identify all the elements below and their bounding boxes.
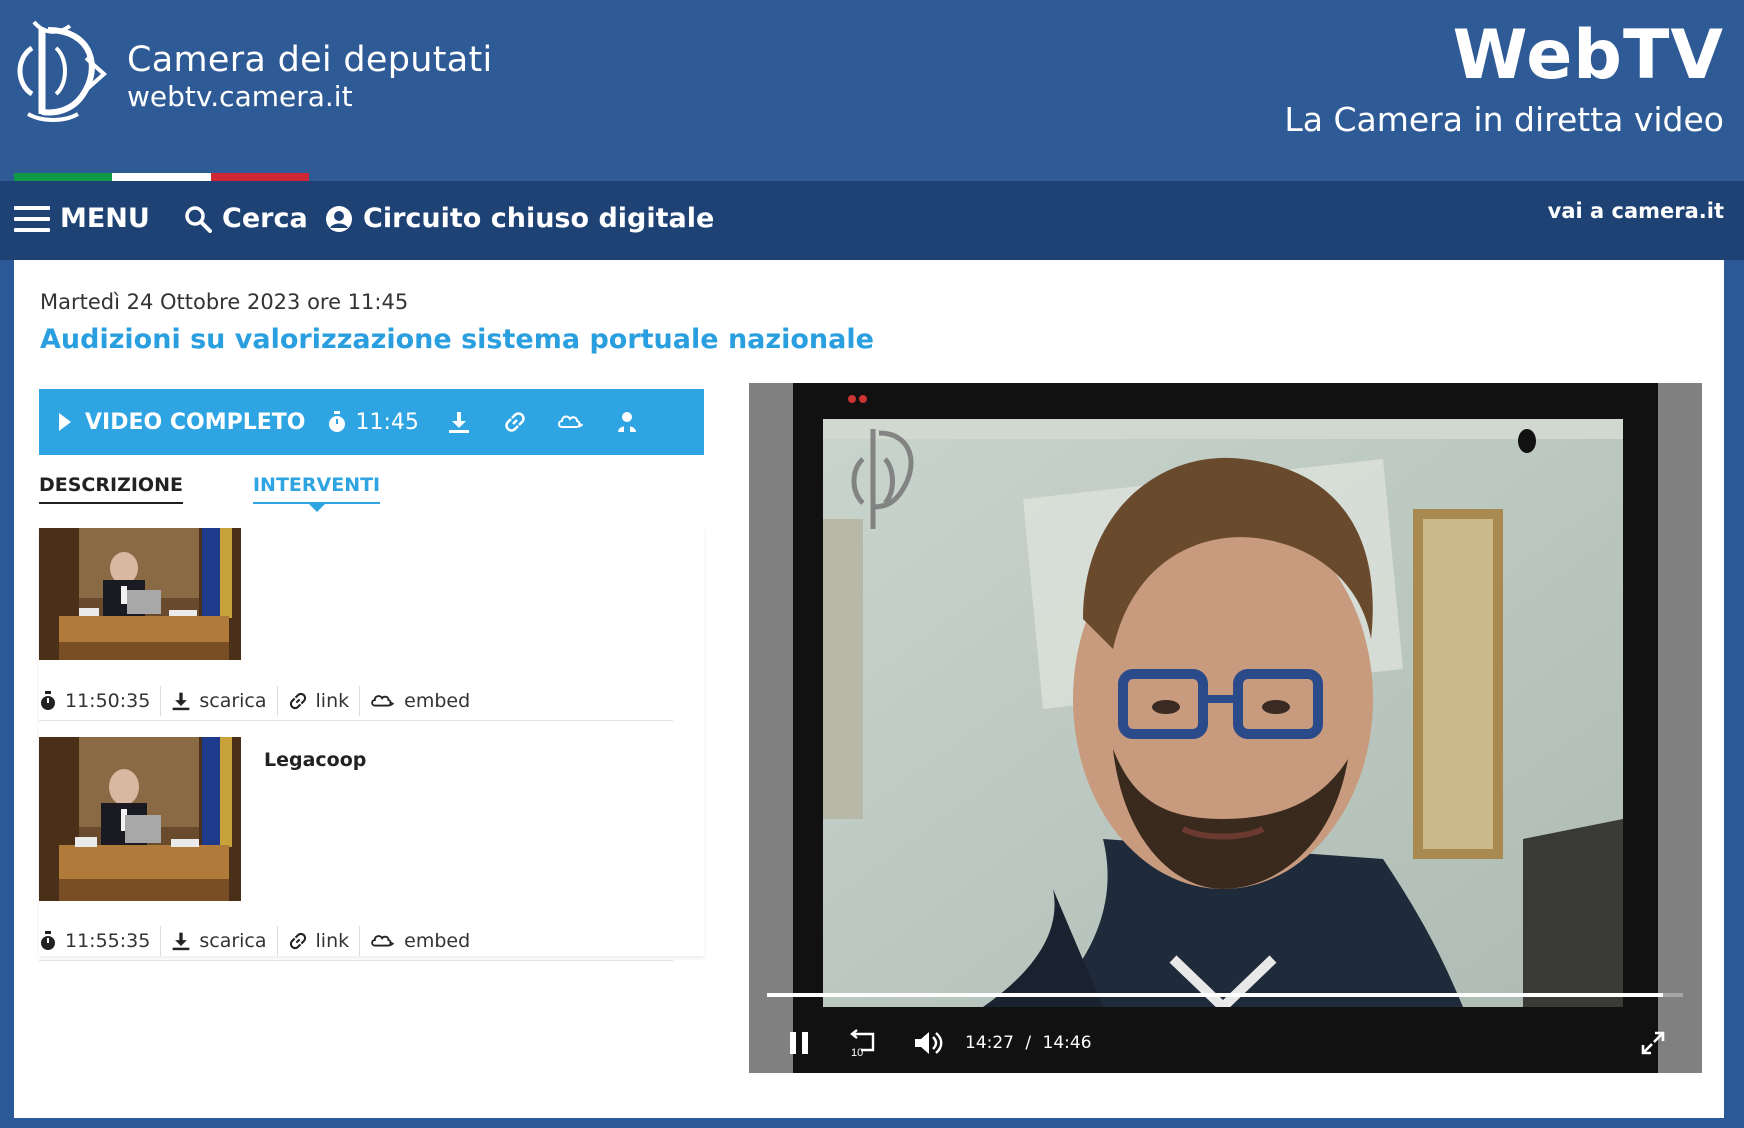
video-time-display: 14:27 / 14:46 [965, 1033, 1092, 1053]
fullscreen-button[interactable] [1640, 1030, 1666, 1056]
fullscreen-icon [1641, 1031, 1665, 1055]
intervention-speaker[interactable]: Legacoop [264, 749, 366, 771]
duration-value: 11:45 [355, 409, 419, 435]
scarica-label: scarica [199, 689, 267, 712]
scarica-link[interactable]: scarica [161, 925, 278, 956]
link-link[interactable]: link [278, 925, 361, 956]
intervention-time-value: 11:55:35 [65, 929, 151, 952]
intervention-actions: 11:50:35 scarica link embed [39, 681, 673, 721]
recording-indicator-icon [848, 395, 867, 403]
video-controls: 10 14:27 / 14:46 [749, 1023, 1702, 1063]
link-icon [289, 932, 306, 949]
pause-icon [790, 1032, 808, 1054]
stopwatch-icon [41, 690, 55, 710]
intervention-time: 11:55:35 [39, 925, 162, 956]
search-button[interactable]: Cerca [184, 203, 308, 234]
video-completo-button[interactable]: VIDEO COMPLETO [85, 410, 305, 435]
user-circle-icon [326, 205, 352, 232]
replay-10-icon: 10 [850, 1029, 875, 1058]
embed-icon [557, 415, 584, 428]
link-label: link [315, 929, 350, 952]
hamburger-icon [14, 205, 50, 232]
video-toolbar: VIDEO COMPLETO 11:45 [39, 389, 704, 455]
content-tabs: DESCRIZIONE INTERVENTI [39, 474, 381, 504]
search-label: Cerca [222, 203, 308, 234]
download-icon [448, 412, 469, 433]
embed-link[interactable]: embed [360, 926, 480, 956]
stopwatch-icon [329, 411, 346, 432]
link-label: link [315, 689, 350, 712]
intervention-time: 11:50:35 [39, 685, 162, 716]
camera-logo-icon[interactable] [12, 18, 110, 124]
search-icon [185, 205, 212, 233]
scarica-label: scarica [199, 929, 267, 952]
circuito-label: Circuito chiuso digitale [363, 203, 715, 234]
link-link[interactable]: link [278, 685, 361, 716]
webtv-brand-title: WebTV [1452, 16, 1724, 95]
scarica-link[interactable]: scarica [161, 685, 278, 716]
tricolor-white [112, 173, 211, 181]
speaker-profile-button[interactable] [611, 406, 643, 438]
embed-icon [371, 694, 395, 706]
time-separator: / [1025, 1033, 1032, 1053]
tab-descrizione[interactable]: DESCRIZIONE [39, 474, 183, 504]
event-date: Martedì 24 Ottobre 2023 ore 11:45 [40, 290, 409, 314]
tricolor-green [14, 173, 113, 181]
site-url[interactable]: webtv.camera.it [127, 80, 353, 113]
embed-link[interactable]: embed [360, 686, 480, 716]
site-header: Camera dei deputati webtv.camera.it WebT… [0, 0, 1744, 181]
embed-button[interactable] [555, 406, 587, 438]
webtv-brand-subtitle: La Camera in diretta video [1284, 100, 1724, 139]
tricolor-red [210, 173, 309, 181]
intervention-time-value: 11:50:35 [65, 689, 151, 712]
total-time: 14:46 [1042, 1033, 1092, 1053]
link-icon [289, 692, 306, 709]
current-time: 14:27 [965, 1033, 1014, 1053]
download-button[interactable] [443, 406, 475, 438]
camera-it-link[interactable]: vai a camera.it [1548, 199, 1724, 223]
stopwatch-icon [41, 930, 55, 950]
menu-button[interactable]: MENU [14, 203, 150, 234]
intervention-thumbnail[interactable] [39, 737, 241, 901]
link-icon [505, 412, 525, 432]
tab-interventi[interactable]: INTERVENTI [252, 474, 381, 504]
volume-button[interactable] [913, 1029, 945, 1057]
link-button[interactable] [499, 406, 531, 438]
download-icon [173, 932, 190, 950]
video-progress-bar[interactable] [767, 993, 1683, 997]
video-player[interactable]: 10 14:27 / 14:46 [749, 383, 1702, 1073]
speaker-icon [617, 412, 636, 432]
volume-icon [915, 1032, 943, 1054]
replay-10-button[interactable]: 10 [847, 1028, 879, 1058]
content-card: Martedì 24 Ottobre 2023 ore 11:45 Audizi… [14, 260, 1724, 1118]
italian-tricolor-bar [14, 173, 309, 181]
svg-text:10: 10 [851, 1047, 863, 1058]
pause-button[interactable] [787, 1029, 811, 1057]
duration: 11:45 [327, 409, 419, 435]
event-title[interactable]: Audizioni su valorizzazione sistema port… [40, 324, 874, 355]
embed-label: embed [404, 689, 471, 712]
play-icon[interactable] [59, 413, 71, 431]
download-icon [173, 692, 190, 710]
interventions-list: 11:50:35 scarica link embed Legacoop 11:… [39, 528, 704, 961]
embed-icon [371, 934, 395, 946]
intervention-actions: 11:55:35 scarica link embed [39, 921, 673, 961]
embed-label: embed [404, 929, 471, 952]
video-viewport[interactable] [793, 383, 1658, 1073]
site-title[interactable]: Camera dei deputati [127, 40, 493, 80]
circuito-chiuso-button[interactable]: Circuito chiuso digitale [325, 203, 714, 234]
main-navigation: MENU Cerca Circuito chiuso digitale vai … [0, 181, 1744, 260]
menu-label: MENU [60, 203, 150, 234]
intervention-thumbnail[interactable] [39, 528, 241, 660]
video-frame[interactable] [823, 419, 1623, 1007]
video-progress-fill [767, 993, 1663, 997]
